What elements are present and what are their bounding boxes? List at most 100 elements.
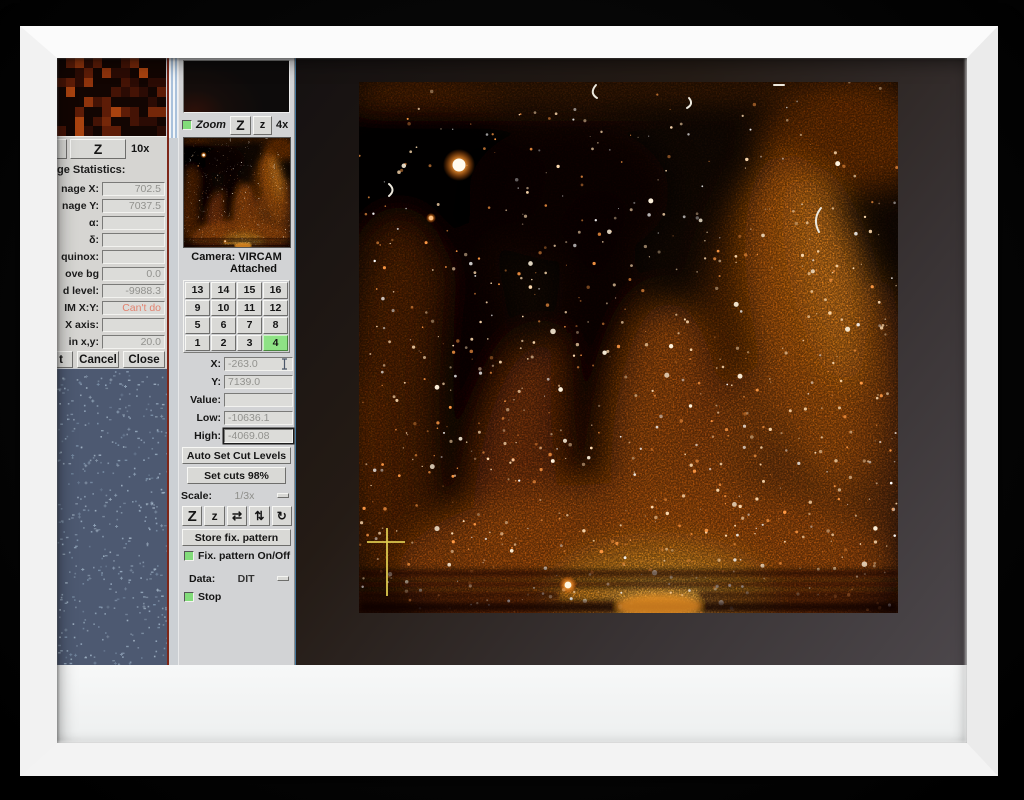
fix-pattern-toggle[interactable]: Fix. pattern On/Off	[184, 550, 290, 562]
readout-value[interactable]: -4069.08	[224, 429, 293, 443]
menu-indicator-icon	[277, 576, 289, 581]
text-cursor-icon	[280, 358, 289, 370]
detector-grid: 13141516910111256781234	[183, 280, 290, 353]
field-value[interactable]: 0.0	[102, 267, 165, 281]
crosshair-marker	[359, 522, 419, 602]
vircam-detector-image[interactable]	[359, 82, 898, 613]
statistics-row: nage Y:7037.5	[57, 197, 165, 214]
detector-button-6[interactable]: 6	[211, 317, 236, 334]
field-value[interactable]: Can't do	[102, 301, 165, 315]
readout-label: High:	[181, 430, 221, 442]
statistics-row: d level:-9988.3	[57, 282, 165, 299]
detector-button-5[interactable]: 5	[185, 317, 210, 334]
set-cuts-button[interactable]: Set cuts 98%	[187, 467, 286, 484]
readout-row: X:-263.0	[181, 355, 293, 373]
camera-status: Attached	[179, 263, 294, 275]
detector-button-2[interactable]: 2	[211, 335, 236, 352]
readout-row: Y:7139.0	[181, 373, 293, 391]
auto-set-cut-levels-button[interactable]: Auto Set Cut Levels	[182, 447, 291, 464]
field-value[interactable]	[102, 216, 165, 230]
detector-button-1[interactable]: 1	[185, 335, 210, 352]
field-value[interactable]: 7037.5	[102, 199, 165, 213]
store-fix-pattern-button[interactable]: Store fix. pattern	[182, 529, 291, 546]
readout-label: X:	[181, 358, 221, 370]
camera-info: Camera: VIRCAM Attached	[179, 251, 294, 275]
statistics-row: ove bg0.0	[57, 265, 165, 282]
image-statistics-window: Z 10x ge Statistics: nage X:702.5nage Y:…	[57, 136, 167, 368]
window-border-stripes	[169, 58, 178, 138]
photo-print: Z 10x ge Statistics: nage X:702.5nage Y:…	[57, 58, 967, 743]
fix-pattern-label: Fix. pattern On/Off	[198, 550, 290, 562]
field-label: quinox:	[57, 251, 99, 263]
detector-button-4[interactable]: 4	[263, 335, 288, 352]
statistics-row: IM X:Y:Can't do	[57, 299, 165, 316]
detector-button-7[interactable]: 7	[237, 317, 262, 334]
detector-button-3[interactable]: 3	[237, 335, 262, 352]
cropped-button[interactable]	[57, 139, 67, 159]
stop-toggle[interactable]: Stop	[184, 591, 221, 603]
close-button[interactable]: Close	[123, 351, 165, 368]
field-value[interactable]	[102, 250, 165, 264]
scale-label: Scale:	[181, 490, 212, 502]
stop-checkbox[interactable]	[184, 592, 194, 602]
flip-x-button[interactable]: ⇄	[227, 506, 247, 526]
field-label: in x,y:	[57, 336, 99, 348]
fix-pattern-checkbox[interactable]	[184, 551, 194, 561]
zoom-out-button[interactable]: z	[204, 506, 224, 526]
zoom-checkbox[interactable]	[182, 120, 192, 130]
detector-button-10[interactable]: 10	[211, 300, 236, 317]
field-label: α:	[57, 217, 99, 229]
magnifier-factor-label: 10x	[131, 139, 149, 159]
zoom-controls: Zoom Z z 4x	[182, 115, 293, 135]
readout-label: Low:	[181, 412, 221, 424]
field-value[interactable]: 702.5	[102, 182, 165, 196]
field-value[interactable]	[102, 233, 165, 247]
field-value[interactable]: 20.0	[102, 335, 165, 349]
cancel-button[interactable]: Cancel	[77, 351, 119, 368]
readout-value[interactable]: -263.0	[224, 357, 293, 371]
readout-row: Low:-10636.1	[181, 409, 293, 427]
data-mode-select[interactable]: Data: DIT	[181, 570, 293, 587]
zoom-in-button[interactable]: Z	[230, 116, 251, 135]
data-mode-label: Data:	[189, 573, 215, 585]
statistics-row: X axis:	[57, 316, 165, 333]
detector-button-11[interactable]: 11	[237, 300, 262, 317]
window-gap	[169, 58, 178, 665]
detector-button-8[interactable]: 8	[263, 317, 288, 334]
readout-label: Y:	[181, 376, 221, 388]
camera-value: VIRCAM	[238, 251, 281, 263]
readout-value[interactable]: -10636.1	[224, 411, 293, 425]
field-value[interactable]: -9988.3	[102, 284, 165, 298]
image-display-canvas[interactable]	[295, 58, 967, 665]
cropped-button[interactable]: t	[57, 351, 73, 368]
detector-button-13[interactable]: 13	[185, 282, 210, 299]
screen-area: Z 10x ge Statistics: nage X:702.5nage Y:…	[57, 58, 967, 665]
detector-button-15[interactable]: 15	[237, 282, 262, 299]
scale-value: 1/3x	[212, 490, 277, 502]
flip-y-button[interactable]: ⇅	[249, 506, 269, 526]
detector-button-16[interactable]: 16	[263, 282, 288, 299]
zoom-display	[183, 60, 290, 113]
readout-value[interactable]	[224, 393, 293, 407]
desktop-background	[57, 369, 167, 665]
field-label: δ:	[57, 234, 99, 246]
magnifier-zoom-button[interactable]: Z	[70, 139, 126, 159]
detector-button-12[interactable]: 12	[263, 300, 288, 317]
framed-artwork: Z 10x ge Statistics: nage X:702.5nage Y:…	[0, 0, 1024, 800]
zoom-out-button[interactable]: z	[253, 116, 272, 135]
statistics-row: in x,y:20.0	[57, 333, 165, 350]
left-column: Z 10x ge Statistics: nage X:702.5nage Y:…	[57, 58, 167, 665]
stop-label: Stop	[198, 591, 221, 603]
image-thumbnail-panner[interactable]	[183, 137, 291, 248]
rotate-button[interactable]: ↻	[272, 506, 292, 526]
readout-value[interactable]: 7139.0	[224, 375, 293, 389]
zoom-in-button[interactable]: Z	[182, 506, 202, 526]
data-mode-value: DIT	[215, 573, 277, 585]
pixel-readout: X:-263.0Y:7139.0Value:Low:-10636.1High:-…	[181, 355, 293, 445]
zoom-checkbox-label: Zoom	[196, 119, 226, 131]
scale-select[interactable]: Scale: 1/3x	[181, 487, 293, 504]
readout-row: Value:	[181, 391, 293, 409]
field-value[interactable]	[102, 318, 165, 332]
detector-button-14[interactable]: 14	[211, 282, 236, 299]
detector-button-9[interactable]: 9	[185, 300, 210, 317]
